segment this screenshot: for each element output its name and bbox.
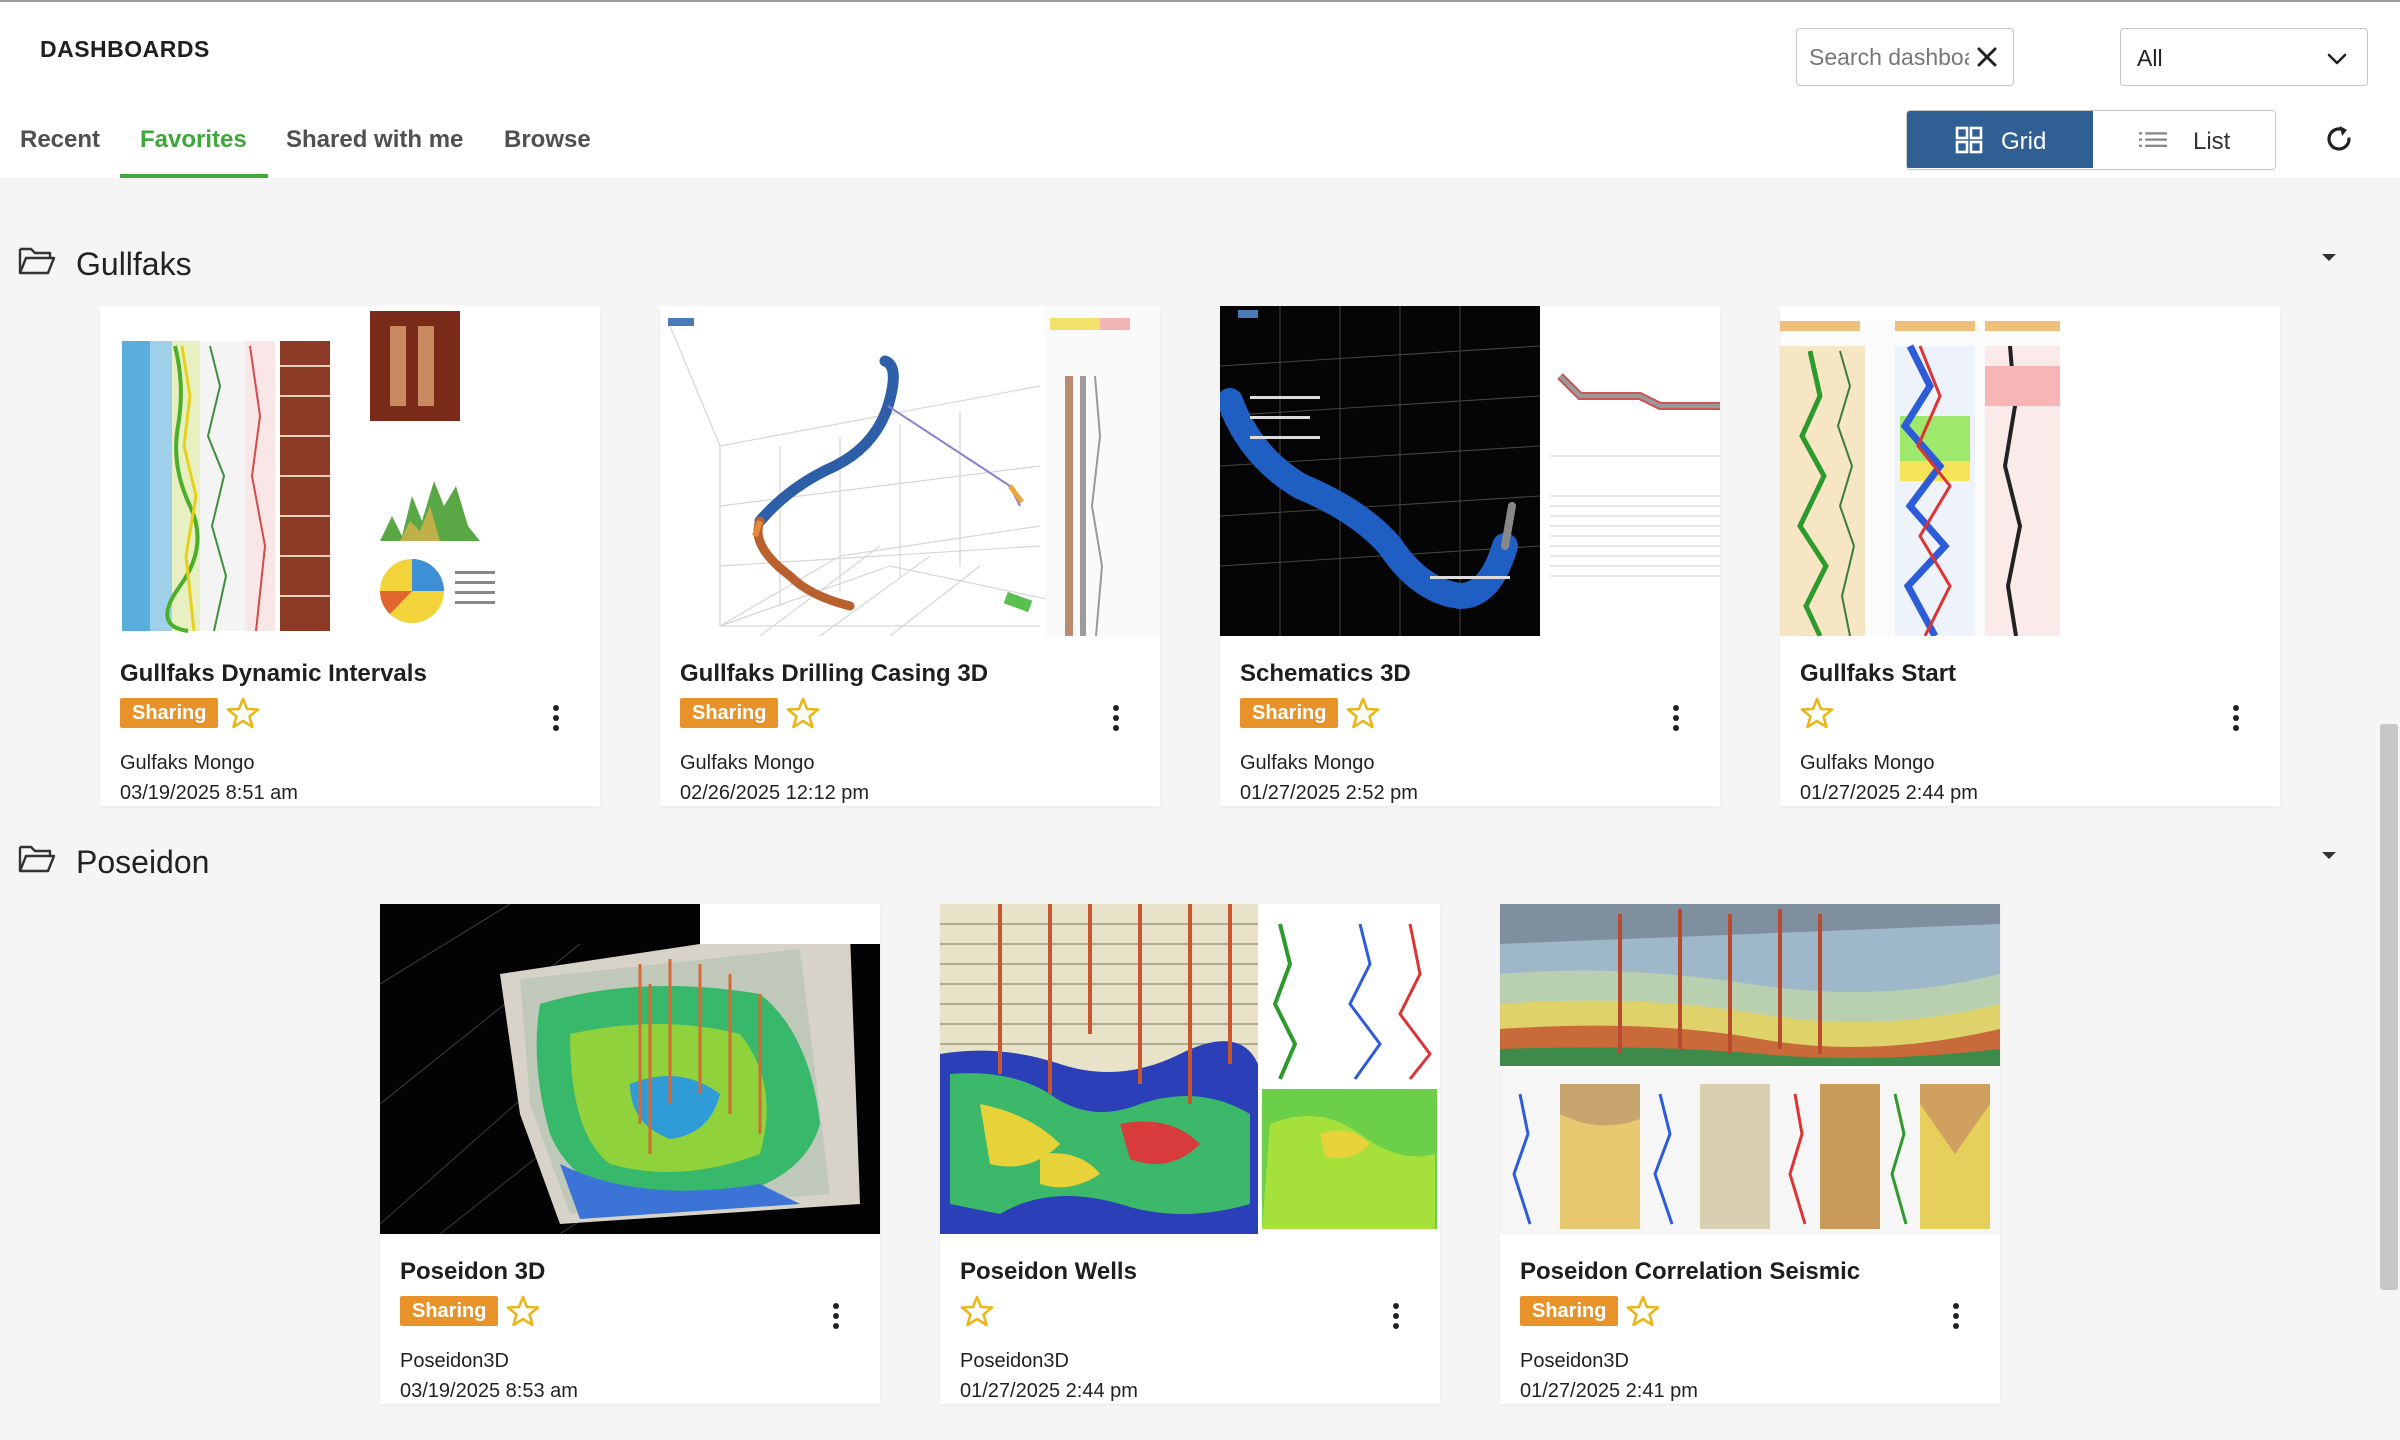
dashboard-card[interactable]: Gullfaks Dynamic Intervals Sharing Gulfa… (100, 306, 600, 806)
card-owner: Gulfaks Mongo (1240, 752, 1375, 774)
more-options-icon[interactable] (544, 702, 568, 736)
card-title: Poseidon Wells (960, 1258, 1137, 1285)
tab-shared-with-me-label: Shared with me (286, 126, 464, 153)
folder-icon (18, 845, 56, 873)
list-view-button[interactable]: List (2093, 111, 2275, 168)
star-icon[interactable] (1626, 1294, 1660, 1328)
dashboard-thumbnail (1780, 306, 2280, 636)
tab-browse[interactable]: Browse (504, 106, 600, 178)
filter-selected-value: All (2137, 45, 2163, 71)
sharing-badge: Sharing (1240, 698, 1339, 728)
star-icon[interactable] (506, 1294, 540, 1328)
filter-dropdown[interactable]: All (2120, 28, 2368, 86)
card-title: Gullfaks Dynamic Intervals (120, 660, 427, 687)
dashboard-card[interactable]: Gullfaks Drilling Casing 3D Sharing Gulf… (660, 306, 1160, 806)
card-title: Gullfaks Start (1800, 660, 1957, 687)
card-owner: Gulfaks Mongo (120, 752, 255, 774)
section-header-poseidon[interactable]: Poseidon (18, 838, 2358, 888)
dashboard-card[interactable]: Poseidon Correlation Seismic Sharing Pos… (1500, 904, 2000, 1404)
star-icon[interactable] (960, 1294, 994, 1328)
grid-view-button[interactable]: Grid (1907, 111, 2093, 168)
dashboard-thumbnail (940, 904, 1440, 1234)
card-date: 03/19/2025 8:53 am (400, 1380, 578, 1402)
card-owner: Gulfaks Mongo (1800, 752, 1935, 774)
dashboard-thumbnail (660, 306, 1160, 636)
dashboard-thumbnail (1500, 904, 2000, 1234)
dashboard-thumbnail (1220, 306, 1720, 636)
card-date: 01/27/2025 2:44 pm (960, 1380, 1138, 1402)
dashboard-card[interactable]: Gullfaks Start Gulfaks Mongo 01/27/2025 … (1780, 306, 2280, 806)
sharing-badge: Sharing (400, 1296, 499, 1326)
card-owner: Poseidon3D (960, 1350, 1069, 1372)
folder-icon (18, 247, 56, 275)
tab-favorites[interactable]: Favorites (120, 106, 268, 178)
card-date: 01/27/2025 2:44 pm (1800, 782, 1978, 804)
dashboard-card[interactable]: Schematics 3D Sharing Gulfaks Mongo 01/2… (1220, 306, 1720, 806)
card-date: 03/19/2025 8:51 am (120, 782, 298, 804)
more-options-icon[interactable] (824, 1300, 848, 1334)
sharing-badge: Sharing (680, 698, 779, 728)
sharing-badge: Sharing (1520, 1296, 1619, 1326)
dashboard-card[interactable]: Poseidon Wells Poseidon3D 01/27/2025 2:4… (940, 904, 1440, 1404)
card-title: Poseidon 3D (400, 1258, 546, 1285)
page-title: DASHBOARDS (40, 36, 210, 62)
sharing-badge: Sharing (120, 698, 219, 728)
grid-view-label: Grid (2001, 128, 2047, 155)
refresh-icon[interactable] (2322, 122, 2356, 156)
dashboard-card[interactable]: Poseidon 3D Sharing Poseidon3D 03/19/202… (380, 904, 880, 1404)
more-options-icon[interactable] (1384, 1300, 1408, 1334)
section-title: Poseidon (76, 844, 210, 880)
tab-shared-with-me[interactable]: Shared with me (286, 106, 476, 178)
close-icon[interactable] (1973, 43, 2001, 71)
grid-icon (1955, 126, 1983, 154)
card-owner: Gulfaks Mongo (680, 752, 815, 774)
more-options-icon[interactable] (1664, 702, 1688, 736)
list-icon (2139, 132, 2167, 147)
star-icon[interactable] (226, 696, 260, 730)
more-options-icon[interactable] (2224, 702, 2248, 736)
star-icon[interactable] (786, 696, 820, 730)
card-owner: Poseidon3D (1520, 1350, 1629, 1372)
list-view-label: List (2193, 128, 2231, 155)
section-title: Gullfaks (76, 246, 192, 282)
card-owner: Poseidon3D (400, 1350, 509, 1372)
caret-down-icon[interactable] (2318, 844, 2340, 866)
tab-recent-label: Recent (20, 126, 101, 153)
more-options-icon[interactable] (1944, 1300, 1968, 1334)
tab-favorites-label: Favorites (140, 126, 247, 153)
section-header-gullfaks[interactable]: Gullfaks (18, 240, 2358, 290)
card-date: 01/27/2025 2:41 pm (1520, 1380, 1698, 1402)
star-icon[interactable] (1346, 696, 1380, 730)
tab-browse-label: Browse (504, 126, 591, 153)
card-title: Poseidon Correlation Seismic (1520, 1258, 1861, 1285)
card-title: Schematics 3D (1240, 660, 1411, 687)
view-toggle: Grid List (1906, 110, 2276, 170)
card-date: 02/26/2025 12:12 pm (680, 782, 870, 804)
dashboard-thumbnail (380, 904, 880, 1234)
vertical-scrollbar[interactable] (2380, 724, 2398, 1290)
card-title: Gullfaks Drilling Casing 3D (680, 660, 989, 687)
search-box (1796, 28, 2014, 86)
card-date: 01/27/2025 2:52 pm (1240, 782, 1418, 804)
caret-down-icon[interactable] (2318, 246, 2340, 268)
search-input[interactable] (1809, 29, 1969, 85)
star-icon[interactable] (1800, 696, 1834, 730)
tab-recent[interactable]: Recent (20, 106, 102, 178)
more-options-icon[interactable] (1104, 702, 1128, 736)
header: DASHBOARDS All Recent Favorites Shared w… (0, 2, 2400, 178)
dashboard-thumbnail (100, 306, 600, 636)
chevron-down-icon (2327, 53, 2347, 65)
